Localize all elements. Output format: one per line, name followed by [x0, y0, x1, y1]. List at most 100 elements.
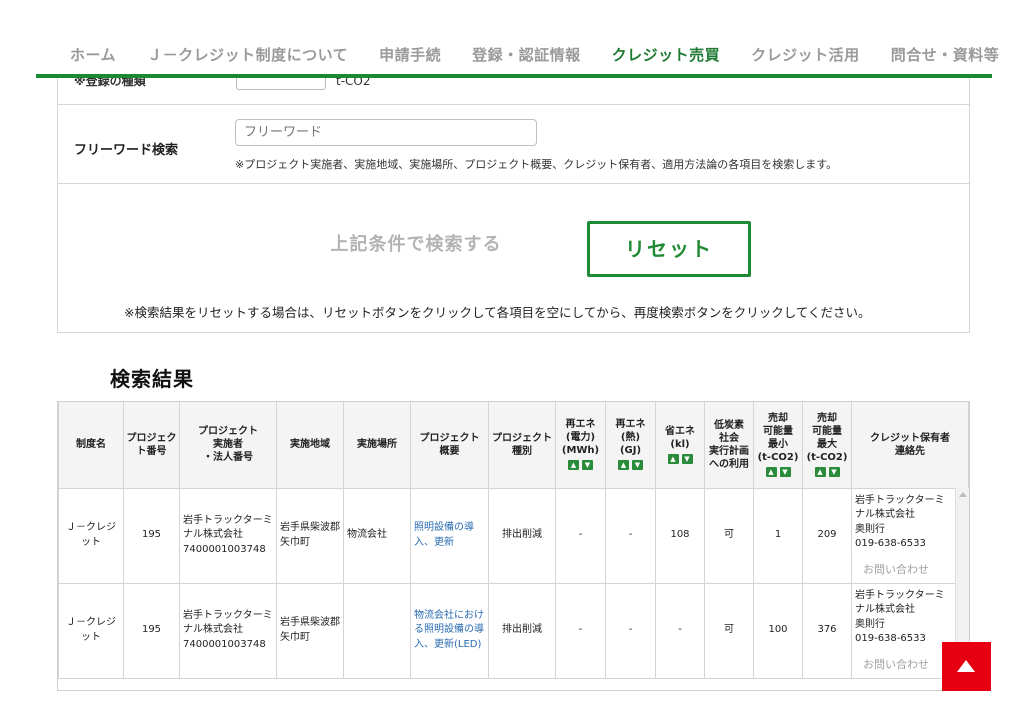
project-summary-link[interactable]: 物流会社における照明設備の導入、更新(LED) — [414, 610, 484, 650]
cell-project-no: 195 — [123, 582, 180, 679]
cell-site: 物流会社 — [343, 487, 411, 584]
header-re-heat-label: 再エネ (熱) (GJ) — [615, 419, 646, 457]
results-table: 制度名 プロジェク ト番号 プロジェクト 実施者 ・法人番号 実施地域 実施場所… — [58, 402, 969, 679]
header-sale-max: 売却 可能量 最大 (t-CO2) ▲ ▼ — [802, 402, 852, 489]
header-sale-max-label: 売却 可能量 最大 (t-CO2) — [806, 412, 848, 463]
form-row-buttons: 上記条件で検索する リセット ※検索結果をリセットする場合は、リセットボタンをク… — [58, 184, 969, 333]
sort-desc-icon[interactable]: ▼ — [779, 466, 791, 477]
nav-item-contact[interactable]: 問合せ・資料等 — [891, 44, 1000, 65]
header-project-no: プロジェク ト番号 — [123, 402, 180, 489]
cell-region: 岩手県柴波郡矢巾町 — [276, 582, 344, 679]
nav-item-about[interactable]: Ｊ－クレジット制度について — [147, 44, 348, 65]
table-row: Ｊ－クレジット 195 岩手トラックターミナル株式会社 740000100374… — [58, 487, 969, 584]
header-region: 実施地域 — [276, 402, 344, 489]
nav-item-application[interactable]: 申請手続 — [379, 44, 441, 65]
inquiry-link[interactable]: お問い合わせ — [855, 657, 954, 673]
sort-asc-icon[interactable]: ▲ — [618, 460, 629, 471]
header-re-power: 再エネ (電力) (MWh) ▲ ▼ — [555, 402, 606, 489]
cell-re-power: - — [555, 487, 606, 584]
results-table-container: 制度名 プロジェク ト番号 プロジェクト 実施者 ・法人番号 実施地域 実施場所… — [57, 401, 970, 691]
freeword-note: ※プロジェクト実施者、実施地域、実施場所、プロジェクト概要、クレジット保有者、適… — [235, 158, 838, 171]
search-button[interactable]: 上記条件で検索する — [316, 225, 516, 265]
header-summary: プロジェクト 概要 — [410, 402, 489, 489]
reset-button[interactable]: リセット — [587, 221, 751, 277]
form-row-freeword: フリーワード検索 ※プロジェクト実施者、実施地域、実施場所、プロジェクト概要、ク… — [58, 105, 969, 184]
nav-item-registry[interactable]: 登録・認証情報 — [472, 44, 581, 65]
cell-implementer: 岩手トラックターミナル株式会社 7400001003748 — [179, 582, 277, 679]
header-re-heat: 再エネ (熱) (GJ) ▲ ▼ — [605, 402, 656, 489]
cell-re-power: - — [555, 582, 606, 679]
header-sale-min-label: 売却 可能量 最小 (t-CO2) — [757, 412, 799, 463]
cell-sale-max: 376 — [802, 582, 852, 679]
sort-controls: ▲ ▼ — [667, 453, 693, 464]
freeword-input[interactable] — [235, 119, 537, 146]
cell-sale-max: 209 — [802, 487, 852, 584]
cell-contact: 岩手トラックターミナル株式会社 奥則行 019-638-6533 お問い合わせ — [851, 487, 969, 584]
cell-sale-min: 1 — [753, 487, 803, 584]
cell-region: 岩手県柴波郡矢巾町 — [276, 487, 344, 584]
header-system: 制度名 — [58, 402, 124, 489]
cell-low-carbon: 可 — [704, 487, 754, 584]
header-energy-saving: 省エネ (kl) ▲ ▼ — [655, 402, 705, 489]
header-sale-min: 売却 可能量 最小 (t-CO2) ▲ ▼ — [753, 402, 803, 489]
partial-row-unit: t-CO2 — [336, 78, 371, 88]
cell-site — [343, 582, 411, 679]
reset-note: ※検索結果をリセットする場合は、リセットボタンをクリックして各項目を空にしてから… — [124, 305, 871, 320]
nav-item-home[interactable]: ホーム — [70, 44, 116, 65]
nav-active-underline — [36, 74, 992, 78]
header-re-power-label: 再エネ (電力) (MWh) — [561, 419, 600, 457]
header-low-carbon: 低炭素 社会 実行計画 への利用 — [704, 402, 754, 489]
sort-desc-icon[interactable]: ▼ — [632, 460, 643, 471]
global-navigation: ホーム Ｊ－クレジット制度について 申請手続 登録・認証情報 クレジット売買 ク… — [0, 0, 1024, 78]
header-contact: クレジット保有者 連絡先 — [851, 402, 969, 489]
nav-item-credit-usage[interactable]: クレジット活用 — [751, 44, 860, 65]
cell-implementer: 岩手トラックターミナル株式会社 7400001003748 — [179, 487, 277, 584]
cell-re-heat: - — [605, 487, 656, 584]
project-summary-link[interactable]: 照明設備の導入、更新 — [414, 522, 474, 548]
header-site: 実施場所 — [343, 402, 411, 489]
contact-company: 岩手トラックターミナル株式会社 — [855, 494, 945, 521]
nav-item-credit-trading[interactable]: クレジット売買 — [612, 44, 721, 65]
header-type: プロジェクト 種別 — [488, 402, 556, 489]
sort-asc-icon[interactable]: ▲ — [814, 466, 826, 477]
cell-low-carbon: 可 — [704, 582, 754, 679]
cell-energy-saving: - — [655, 582, 705, 679]
sort-asc-icon[interactable]: ▲ — [568, 460, 579, 471]
cell-type: 排出削減 — [488, 582, 556, 679]
cell-re-heat: - — [605, 582, 656, 679]
sort-desc-icon[interactable]: ▼ — [681, 453, 693, 464]
sort-asc-icon[interactable]: ▲ — [765, 466, 777, 477]
sort-desc-icon[interactable]: ▼ — [828, 466, 840, 477]
partial-row-label: ※登録の種類 — [74, 78, 146, 88]
header-implementer: プロジェクト 実施者 ・法人番号 — [179, 402, 277, 489]
results-title: 検索結果 — [110, 367, 194, 391]
sort-controls: ▲ ▼ — [568, 460, 593, 471]
cell-system: Ｊ－クレジット — [58, 487, 124, 584]
back-to-top-button[interactable] — [942, 642, 991, 691]
contact-phone: 019-638-6533 — [855, 633, 926, 645]
partial-row-input[interactable] — [236, 78, 326, 90]
cell-energy-saving: 108 — [655, 487, 705, 584]
search-form-panel: ※登録の種類 t-CO2 フリーワード検索 ※プロジェクト実施者、実施地域、実施… — [57, 78, 970, 333]
contact-person: 奥則行 — [855, 618, 885, 630]
cell-type: 排出削減 — [488, 487, 556, 584]
nav-menu: ホーム Ｊ－クレジット制度について 申請手続 登録・認証情報 クレジット売買 ク… — [70, 44, 1024, 65]
cell-summary: 物流会社における照明設備の導入、更新(LED) — [410, 582, 489, 679]
cell-system: Ｊ－クレジット — [58, 582, 124, 679]
up-arrow-icon — [957, 660, 975, 672]
sort-asc-icon[interactable]: ▲ — [667, 453, 679, 464]
cell-sale-min: 100 — [753, 582, 803, 679]
freeword-label: フリーワード検索 — [74, 143, 179, 158]
table-header-row: 制度名 プロジェク ト番号 プロジェクト 実施者 ・法人番号 実施地域 実施場所… — [58, 402, 969, 489]
scroll-up-icon[interactable] — [959, 492, 967, 497]
inquiry-link[interactable]: お問い合わせ — [855, 562, 954, 578]
cell-summary: 照明設備の導入、更新 — [410, 487, 489, 584]
table-row: Ｊ－クレジット 195 岩手トラックターミナル株式会社 740000100374… — [58, 582, 969, 679]
sort-controls: ▲ ▼ — [814, 466, 840, 477]
contact-person: 奥則行 — [855, 523, 885, 535]
cell-project-no: 195 — [123, 487, 180, 584]
sort-controls: ▲ ▼ — [765, 466, 791, 477]
sort-desc-icon[interactable]: ▼ — [582, 460, 593, 471]
page-bottom-strip — [57, 691, 970, 724]
contact-phone: 019-638-6533 — [855, 538, 926, 550]
